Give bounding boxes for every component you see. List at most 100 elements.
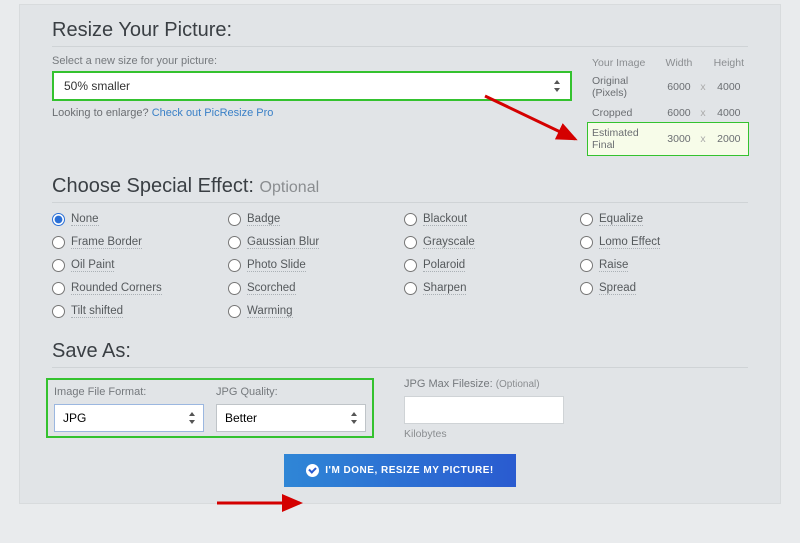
- caret-updown-icon: [554, 80, 560, 92]
- effect-label: Tilt shifted: [71, 305, 123, 318]
- dim-col-image: Your Image: [588, 55, 662, 71]
- effect-option: Polaroid: [404, 259, 572, 272]
- effect-label: Scorched: [247, 282, 296, 295]
- save-heading: Save As:: [52, 340, 748, 368]
- effect-radio[interactable]: [228, 213, 241, 226]
- caret-updown-icon: [189, 412, 195, 424]
- check-circle-icon: [306, 464, 319, 477]
- effect-label: Polaroid: [423, 259, 465, 272]
- effect-radio[interactable]: [52, 282, 65, 295]
- effect-radio[interactable]: [52, 213, 65, 226]
- effect-label: Grayscale: [423, 236, 475, 249]
- table-row: Original (Pixels) 6000 x 4000: [588, 71, 748, 103]
- dim-label: Cropped: [588, 103, 662, 123]
- quality-select[interactable]: Better: [216, 404, 366, 432]
- format-value: JPG: [63, 411, 86, 425]
- effect-label: Lomo Effect: [599, 236, 660, 249]
- format-label: Image File Format:: [54, 386, 204, 398]
- enlarge-link[interactable]: Check out PicResize Pro: [152, 107, 274, 119]
- effect-radio[interactable]: [580, 236, 593, 249]
- effect-option: Gaussian Blur: [228, 236, 396, 249]
- effect-radio[interactable]: [52, 305, 65, 318]
- effect-option: Oil Paint: [52, 259, 220, 272]
- maxsize-optional: (Optional): [496, 379, 540, 390]
- effect-option: Sharpen: [404, 282, 572, 295]
- effect-label: Gaussian Blur: [247, 236, 319, 249]
- dim-col-height: Height: [710, 55, 748, 71]
- save-highlight-box: Image File Format: JPG JPG Quality: Bett…: [46, 378, 374, 438]
- enlarge-text: Looking to enlarge?: [52, 107, 149, 119]
- effect-option: Frame Border: [52, 236, 220, 249]
- table-row-estimated: Estimated Final 3000 x 2000: [588, 123, 748, 155]
- effect-option: Badge: [228, 213, 396, 226]
- effect-option: Scorched: [228, 282, 396, 295]
- dim-height: 2000: [710, 123, 748, 155]
- effects-heading-text: Choose Special Effect:: [52, 175, 254, 197]
- resize-submit-button[interactable]: I'M DONE, RESIZE MY PICTURE!: [284, 454, 515, 487]
- effect-radio[interactable]: [228, 236, 241, 249]
- size-select[interactable]: 50% smaller: [52, 71, 572, 101]
- effect-radio[interactable]: [580, 213, 593, 226]
- effect-radio[interactable]: [228, 305, 241, 318]
- resize-page: Resize Your Picture: Select a new size f…: [19, 4, 781, 504]
- dim-width: 6000: [662, 71, 697, 103]
- effect-option: Photo Slide: [228, 259, 396, 272]
- kilobytes-label: Kilobytes: [404, 428, 564, 440]
- effect-radio[interactable]: [580, 282, 593, 295]
- dim-width: 3000: [662, 123, 697, 155]
- effect-radio[interactable]: [52, 236, 65, 249]
- quality-value: Better: [225, 411, 257, 425]
- dimensions-table: Your Image Width Height Original (Pixels…: [588, 55, 748, 155]
- dim-label: Estimated Final: [588, 123, 662, 155]
- caret-updown-icon: [351, 412, 357, 424]
- effect-option: Blackout: [404, 213, 572, 226]
- size-select-value: 50% smaller: [64, 79, 130, 93]
- effect-label: Equalize: [599, 213, 643, 226]
- effect-option: Spread: [580, 282, 748, 295]
- effect-radio[interactable]: [580, 259, 593, 272]
- effect-label: Blackout: [423, 213, 467, 226]
- effect-option: Warming: [228, 305, 396, 318]
- effect-label: Sharpen: [423, 282, 466, 295]
- quality-label: JPG Quality:: [216, 386, 366, 398]
- maxsize-label-text: JPG Max Filesize:: [404, 378, 493, 390]
- annotation-arrow-icon: [212, 491, 312, 515]
- effect-option: Grayscale: [404, 236, 572, 249]
- effect-radio[interactable]: [404, 282, 417, 295]
- dim-x: x: [696, 71, 709, 103]
- resize-heading: Resize Your Picture:: [52, 19, 748, 47]
- maxsize-label: JPG Max Filesize: (Optional): [404, 378, 564, 390]
- effects-heading: Choose Special Effect: Optional: [52, 175, 748, 203]
- effect-radio[interactable]: [228, 259, 241, 272]
- effects-grid: None Badge Blackout Equalize Frame Border Gau…: [52, 213, 748, 318]
- dim-col-width: Width: [662, 55, 697, 71]
- effect-radio[interactable]: [228, 282, 241, 295]
- effect-option: Rounded Corners: [52, 282, 220, 295]
- format-select[interactable]: JPG: [54, 404, 204, 432]
- effect-label: Warming: [247, 305, 293, 318]
- dim-height: 4000: [710, 71, 748, 103]
- effect-label: None: [71, 213, 99, 226]
- effect-label: Photo Slide: [247, 259, 306, 272]
- effect-label: Badge: [247, 213, 280, 226]
- submit-button-text: I'M DONE, RESIZE MY PICTURE!: [325, 465, 493, 476]
- effect-label: Rounded Corners: [71, 282, 162, 295]
- effect-option: Tilt shifted: [52, 305, 220, 318]
- dim-width: 6000: [662, 103, 697, 123]
- effect-label: Spread: [599, 282, 636, 295]
- dim-height: 4000: [710, 103, 748, 123]
- effect-radio[interactable]: [404, 259, 417, 272]
- size-select-label: Select a new size for your picture:: [52, 55, 572, 67]
- dim-x: x: [696, 103, 709, 123]
- dim-x: x: [696, 123, 709, 155]
- effect-option: None: [52, 213, 220, 226]
- maxsize-input[interactable]: [404, 396, 564, 424]
- effect-option: Equalize: [580, 213, 748, 226]
- effect-radio[interactable]: [404, 236, 417, 249]
- effect-label: Raise: [599, 259, 628, 272]
- effects-optional: Optional: [260, 179, 320, 196]
- effect-radio[interactable]: [404, 213, 417, 226]
- effect-label: Frame Border: [71, 236, 142, 249]
- dim-label: Original (Pixels): [588, 71, 662, 103]
- effect-radio[interactable]: [52, 259, 65, 272]
